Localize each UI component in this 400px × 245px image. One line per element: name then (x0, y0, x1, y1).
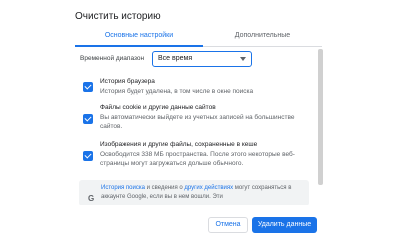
scrollbar[interactable] (318, 47, 323, 205)
cookies-checkbox[interactable] (83, 114, 93, 124)
scrollbar-thumb[interactable] (318, 49, 323, 185)
google-g-icon: G (88, 194, 95, 203)
time-range-select[interactable]: Все время (152, 51, 252, 67)
info-text-part1: и сведения о (144, 185, 185, 191)
chevron-down-icon (240, 57, 246, 61)
cache-title: Изображения и другие файлы, сохраненные … (100, 141, 258, 148)
time-range-value: Все время (158, 55, 193, 62)
cancel-button[interactable]: Отмена (208, 217, 248, 233)
tab-basic-settings[interactable]: Основные настройки (75, 26, 203, 47)
other-activity-link[interactable]: других действиях (184, 185, 233, 191)
dialog-title: Очистить историю (75, 11, 161, 22)
google-account-info: G История поиска и сведения о других дей… (79, 180, 309, 206)
cookies-title: Файлы cookie и другие данные сайтов (100, 104, 216, 111)
search-history-link[interactable]: История поиска (101, 185, 145, 191)
info-text: История поиска и сведения о других дейст… (101, 184, 301, 202)
time-range-label: Временной диапазон (80, 55, 145, 62)
delete-data-button[interactable]: Удалить данные (252, 217, 317, 233)
tab-advanced[interactable]: Дополнительные (203, 26, 322, 46)
browsing-history-checkbox[interactable] (83, 82, 93, 92)
cache-description: Освободится 338 МБ пространства. После э… (100, 151, 295, 167)
browsing-history-description: История будет удалена, в том числе в окн… (100, 88, 254, 95)
browsing-history-title: История браузера (100, 78, 155, 85)
tab-bar: Основные настройки Дополнительные (75, 26, 322, 47)
cookies-description: Вы автоматически выйдете из учетных запи… (100, 114, 295, 130)
clear-history-dialog: Очистить историю Основные настройки Допо… (0, 0, 400, 245)
cache-checkbox[interactable] (83, 151, 93, 161)
